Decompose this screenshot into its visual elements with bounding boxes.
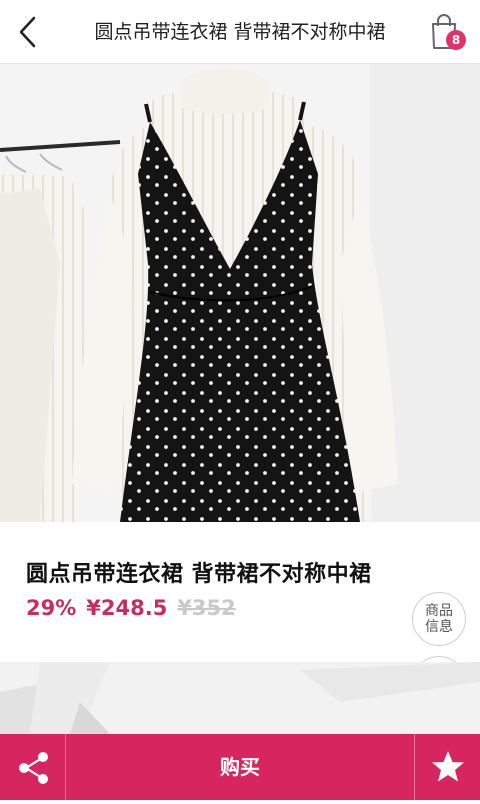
bottom-action-bar: 购买 [0,734,480,800]
product-info-button[interactable]: 商品 信息 [412,592,466,646]
current-price: ¥248.5 [86,596,168,620]
cart-button[interactable]: 8 [422,10,466,54]
share-button[interactable] [0,734,66,800]
cart-count-badge: 8 [446,30,466,50]
top-navigation-bar: 圆点吊带连衣裙 背带裙不对称中裙 8 [0,0,480,64]
buy-button[interactable]: 购买 [66,734,414,800]
product-image[interactable] [0,64,480,522]
product-info-label-line1: 商品 [425,603,453,619]
discount-label: 29% [26,596,77,620]
secondary-photo-illustration [0,662,480,734]
product-image-secondary[interactable] [0,662,480,734]
product-photo-illustration [0,64,480,522]
share-icon [19,752,48,784]
chevron-left-icon [19,16,36,48]
star-icon [432,751,464,782]
product-info-label-line2: 信息 [425,619,453,635]
favorite-button[interactable] [414,734,480,800]
price-row: 29% ¥248.5 ¥352 [26,596,236,626]
page-title: 圆点吊带连衣裙 背带裙不对称中裙 [94,21,386,43]
original-price: ¥352 [177,596,236,620]
back-button[interactable] [10,12,50,52]
product-title: 圆点吊带连衣裙 背带裙不对称中裙 [26,562,372,587]
